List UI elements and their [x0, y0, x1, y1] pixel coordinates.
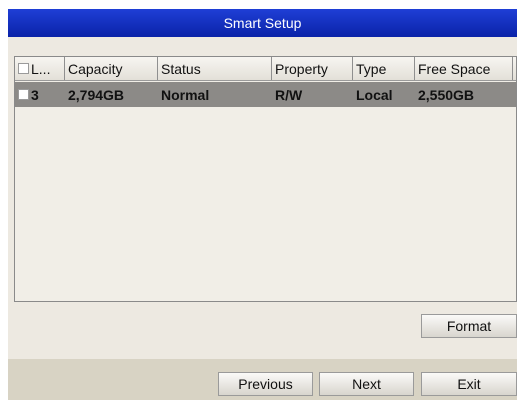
exit-button[interactable]: Exit	[421, 372, 517, 396]
header-free-space[interactable]: Free Space	[415, 57, 513, 80]
previous-button[interactable]: Previous	[218, 372, 313, 396]
row-checkbox[interactable]	[18, 89, 29, 100]
row-capacity: 2,794GB	[68, 86, 125, 103]
header-type[interactable]: Type	[353, 57, 415, 80]
header-label-column[interactable]: L...	[15, 57, 65, 80]
header-status[interactable]: Status	[158, 57, 272, 80]
header-property[interactable]: Property	[272, 57, 353, 80]
next-button[interactable]: Next	[319, 372, 414, 396]
header-extra	[513, 57, 516, 80]
row-label-cell: 3	[15, 82, 65, 107]
dialog-title: Smart Setup	[8, 9, 517, 37]
table-header: L... Capacity Status Property Type Free …	[15, 57, 516, 81]
row-extra	[513, 82, 516, 107]
row-label: 3	[31, 86, 39, 103]
row-type: Local	[356, 86, 393, 103]
smart-setup-dialog: Smart Setup L... Capacity Status Propert…	[0, 0, 517, 400]
hdd-table: L... Capacity Status Property Type Free …	[14, 56, 517, 302]
select-all-checkbox[interactable]	[18, 63, 29, 74]
table-row[interactable]: 3 2,794GB Normal R/W Local 2,550GB	[15, 82, 516, 107]
row-property: R/W	[275, 86, 303, 103]
header-capacity[interactable]: Capacity	[65, 57, 158, 80]
header-label-text: L...	[31, 60, 51, 77]
row-status: Normal	[161, 86, 210, 103]
row-free-space: 2,550GB	[418, 86, 475, 103]
format-button[interactable]: Format	[421, 314, 517, 338]
